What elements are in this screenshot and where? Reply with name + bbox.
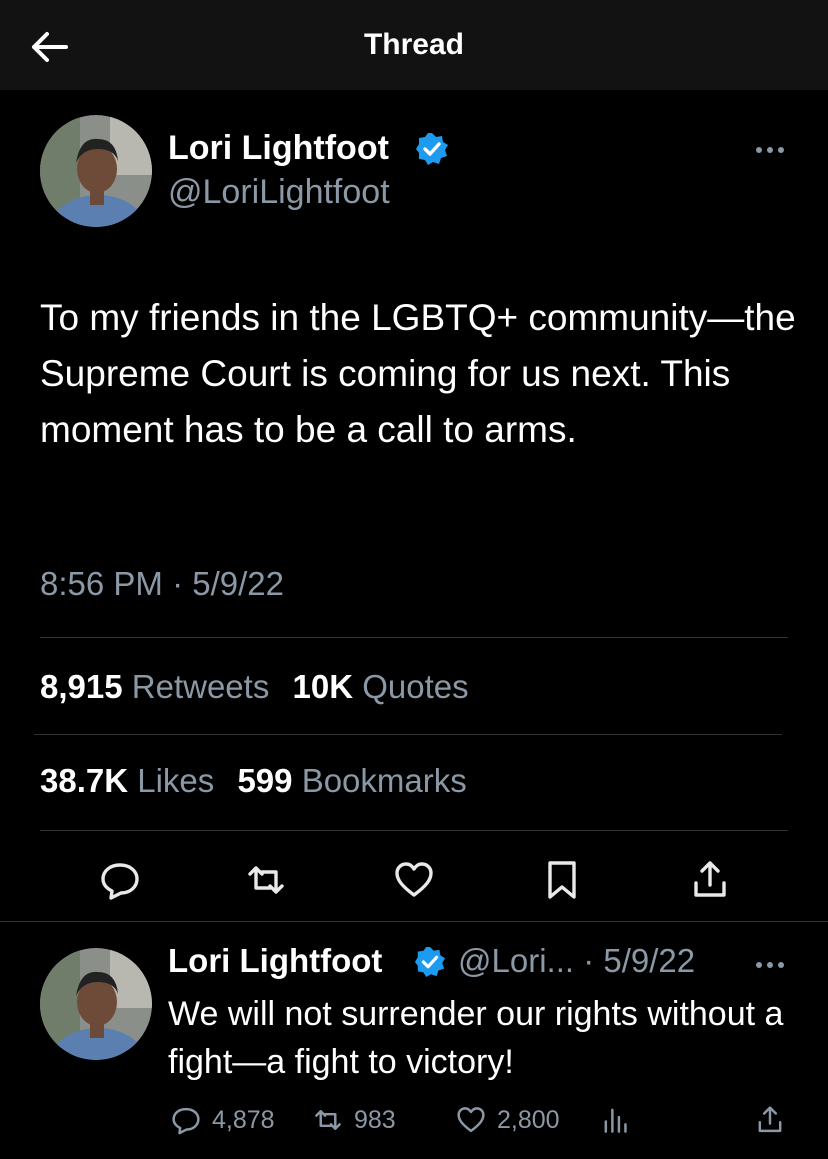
reply-author-avatar[interactable]: [40, 948, 152, 1060]
reply-share-button[interactable]: [754, 1102, 786, 1138]
author-handle[interactable]: @LoriLightfoot: [168, 173, 390, 212]
reply-handle-date[interactable]: @Lori... · 5/9/22: [458, 942, 695, 980]
author-name[interactable]: Lori Lightfoot: [168, 129, 389, 168]
retweets-count: 8,915: [40, 668, 123, 705]
top-bar: Thread: [0, 0, 828, 90]
reply-retweet-button[interactable]: 983: [312, 1102, 396, 1138]
like-icon: [457, 1107, 485, 1133]
retweets-stat[interactable]: 8,915 Retweets: [40, 668, 279, 705]
analytics-icon: [604, 1108, 627, 1133]
reply-icon: [172, 1107, 200, 1135]
quotes-label: Quotes: [362, 668, 469, 705]
verified-badge-icon: [416, 133, 448, 165]
retweet-icon: [315, 1110, 341, 1130]
divider: [40, 637, 788, 638]
reply-icon[interactable]: [98, 858, 142, 902]
retweet-count: 983: [354, 1105, 396, 1134]
stats-row-shares: 8,915 Retweets 10K Quotes: [40, 668, 483, 706]
likes-count: 38.7K: [40, 762, 129, 799]
tweet-text: To my friends in the LGBTQ+ community—th…: [40, 297, 796, 450]
share-icon: [758, 1106, 782, 1133]
reply-author-name[interactable]: Lori Lightfoot: [168, 942, 382, 980]
reply-reply-button[interactable]: 4,878: [170, 1102, 275, 1138]
like-icon[interactable]: [392, 858, 436, 902]
verified-badge-icon: [414, 946, 446, 978]
page-title: Thread: [363, 28, 465, 61]
more-options-icon[interactable]: [750, 955, 790, 975]
divider: [0, 921, 828, 922]
reply-text: We will not surrender our rights without…: [168, 995, 784, 1081]
share-icon[interactable]: [688, 858, 732, 902]
like-count: 2,800: [497, 1105, 560, 1134]
quotes-count: 10K: [292, 668, 354, 705]
retweet-icon[interactable]: [244, 858, 288, 902]
reply-count: 4,878: [212, 1105, 275, 1134]
likes-stat[interactable]: 38.7K Likes: [40, 762, 223, 799]
reply-like-button[interactable]: 2,800: [455, 1102, 560, 1138]
more-options-icon[interactable]: [750, 140, 790, 160]
quotes-stat[interactable]: 10K Quotes: [293, 668, 469, 705]
author-avatar[interactable]: [40, 115, 152, 227]
bookmarks-label: Bookmarks: [301, 762, 467, 799]
bookmarks-count: 599: [237, 762, 293, 799]
likes-label: Likes: [137, 762, 215, 799]
reply-views-button[interactable]: [600, 1102, 632, 1138]
stats-row-engagement: 38.7K Likes 599 Bookmarks: [40, 762, 481, 800]
bookmark-icon[interactable]: [540, 858, 584, 902]
tweet-timestamp[interactable]: 8:56 PM · 5/9/22: [40, 565, 284, 603]
divider: [40, 830, 788, 831]
divider: [34, 734, 782, 735]
bookmarks-stat[interactable]: 599 Bookmarks: [237, 762, 466, 799]
retweets-label: Retweets: [131, 668, 270, 705]
